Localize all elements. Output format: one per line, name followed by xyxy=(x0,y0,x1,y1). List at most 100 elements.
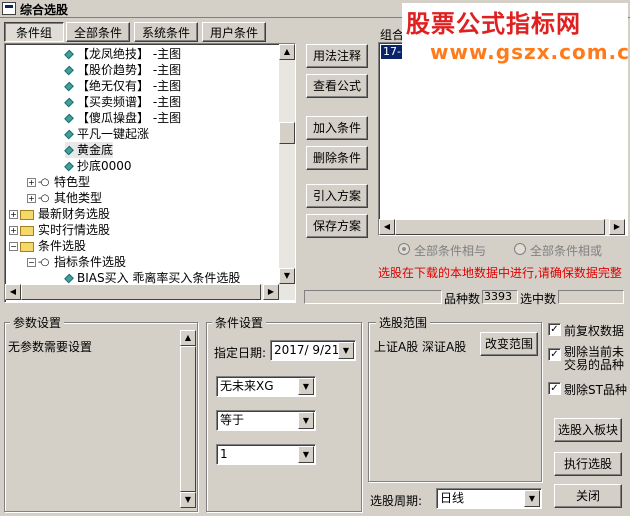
scroll-down-icon[interactable]: ▼ xyxy=(279,268,295,284)
exclude-suspended-label: 剔除当前未交易的品种 xyxy=(564,345,625,372)
tree-item[interactable]: 抄底0000 xyxy=(64,158,132,174)
close-button[interactable]: 关闭 xyxy=(554,484,622,508)
tree-item[interactable]: + -○ 其他类型 xyxy=(27,190,102,206)
scroll-thumb[interactable] xyxy=(395,219,605,235)
scroll-down-icon[interactable]: ▼ xyxy=(180,492,196,508)
expand-icon[interactable]: + xyxy=(9,210,18,219)
tab-all-conditions[interactable]: 全部条件 xyxy=(66,22,130,42)
scroll-up-icon[interactable]: ▲ xyxy=(180,330,196,346)
tree-item[interactable]: 【龙凤绝技】 -主图 xyxy=(64,46,181,62)
radio-all-and-label: 全部条件相与 xyxy=(414,244,487,258)
chevron-down-icon[interactable]: ▼ xyxy=(524,490,540,507)
params-vscrollbar[interactable]: ▲ ▼ xyxy=(180,330,196,508)
tree-item[interactable]: 平凡一键起涨 xyxy=(64,126,149,142)
usage-notes-button[interactable]: 用法注释 xyxy=(306,44,368,68)
stock-count-value: 3393 xyxy=(482,290,518,304)
window-title: 综合选股 xyxy=(20,3,69,17)
selected-count-label: 选中数 xyxy=(520,292,557,306)
formula-icon xyxy=(64,97,74,108)
exclude-suspended-checkbox[interactable]: ✓ xyxy=(548,348,561,361)
radio-all-or[interactable] xyxy=(514,243,526,255)
expand-icon[interactable]: + xyxy=(9,226,18,235)
tree-item[interactable]: − 条件选股 xyxy=(9,238,86,254)
add-to-block-button[interactable]: 选股入板块 xyxy=(554,418,622,442)
folder-icon xyxy=(20,241,34,252)
tab-user-conditions[interactable]: 用户条件 xyxy=(202,22,266,42)
tree-item[interactable]: − -○ 指标条件选股 xyxy=(27,254,126,270)
calendar-dropdown-icon[interactable]: ▼ xyxy=(338,342,354,359)
scroll-thumb[interactable] xyxy=(21,284,261,300)
import-plan-button[interactable]: 引入方案 xyxy=(306,184,368,208)
tree-item[interactable]: 【傻瓜操盘】 -主图 xyxy=(64,110,181,126)
formula-icon xyxy=(64,273,74,284)
formula-icon xyxy=(64,161,74,172)
tree-item-selected[interactable]: 黄金底 xyxy=(64,142,114,158)
pre-adjust-label: 前复权数据 xyxy=(564,324,625,338)
combo-list[interactable]: 17-( ◀ ▶ xyxy=(378,42,628,236)
scroll-thumb[interactable] xyxy=(180,346,196,492)
scroll-left-icon[interactable]: ◀ xyxy=(5,284,21,300)
stock-count-label: 品种数 xyxy=(444,292,481,306)
chevron-down-icon[interactable]: ▼ xyxy=(298,412,314,429)
change-range-button[interactable]: 改变范围 xyxy=(480,332,538,356)
range-text: 上证A股 深证A股 xyxy=(374,340,467,354)
tab-condition-group[interactable]: 条件组 xyxy=(4,22,64,42)
save-plan-button[interactable]: 保存方案 xyxy=(306,214,368,238)
delete-condition-button[interactable]: 删除条件 xyxy=(306,146,368,170)
pre-adjust-checkbox[interactable]: ✓ xyxy=(548,323,561,336)
folder-icon xyxy=(20,225,34,236)
add-condition-button[interactable]: 加入条件 xyxy=(306,116,368,140)
chevron-down-icon[interactable]: ▼ xyxy=(298,446,314,463)
watermark-title: 股票公式指标网 xyxy=(406,10,581,38)
collapse-icon[interactable]: − xyxy=(9,242,18,251)
condition-settings-title: 条件设置 xyxy=(212,314,267,331)
chevron-down-icon[interactable]: ▼ xyxy=(298,378,314,395)
scroll-up-icon[interactable]: ▲ xyxy=(279,44,295,60)
execute-button[interactable]: 执行选股 xyxy=(554,452,622,476)
period-label: 选股周期: xyxy=(370,494,423,508)
formula-icon xyxy=(64,129,74,140)
formula-icon xyxy=(64,145,74,156)
scroll-right-icon[interactable]: ▶ xyxy=(609,219,625,235)
tab-system-conditions[interactable]: 系统条件 xyxy=(134,22,198,42)
condition-tree[interactable]: 【龙凤绝技】 -主图 【股价趋势】 -主图 【绝无仅有】 -主图 【买卖频谱】 … xyxy=(4,43,296,303)
formula-icon xyxy=(64,81,74,92)
formula-icon xyxy=(64,113,74,124)
tree-hscrollbar[interactable]: ◀ ▶ xyxy=(5,284,295,300)
collapse-icon[interactable]: − xyxy=(27,258,36,267)
expand-icon[interactable]: + xyxy=(27,194,36,203)
progress-bar xyxy=(304,290,442,304)
scroll-thumb[interactable] xyxy=(279,122,295,144)
tree-item[interactable]: 【绝无仅有】 -主图 xyxy=(64,78,181,94)
key-icon: -○ xyxy=(38,192,49,204)
key-icon: -○ xyxy=(38,176,49,188)
exclude-st-checkbox[interactable]: ✓ xyxy=(548,382,561,395)
operator-select[interactable]: 等于 ▼ xyxy=(216,410,316,431)
watermark-url: www.gszx.com.cn xyxy=(430,40,630,64)
formula-icon xyxy=(64,49,74,60)
data-notice: 选股在下载的本地数据中进行,请确保数据完整 xyxy=(378,266,622,280)
date-picker[interactable]: 2017/ 9/21 ▼ xyxy=(270,340,356,361)
indicator-select[interactable]: 无未来XG ▼ xyxy=(216,376,316,397)
tree-item[interactable]: + -○ 特色型 xyxy=(27,174,90,190)
range-title: 选股范围 xyxy=(376,314,431,331)
tree-item[interactable]: 【股价趋势】 -主图 xyxy=(64,62,181,78)
tree-item[interactable]: + 最新财务选股 xyxy=(9,206,110,222)
date-label: 指定日期: xyxy=(214,346,267,360)
tree-item[interactable]: + 实时行情选股 xyxy=(9,222,110,238)
app-icon xyxy=(2,2,16,15)
radio-all-or-label: 全部条件相或 xyxy=(530,244,603,258)
view-formula-button[interactable]: 查看公式 xyxy=(306,74,368,98)
period-select[interactable]: 日线 ▼ xyxy=(436,488,542,509)
formula-icon xyxy=(64,65,74,76)
tree-item[interactable]: 【买卖频谱】 -主图 xyxy=(64,94,181,110)
tree-vscrollbar[interactable]: ▲ ▼ xyxy=(279,44,295,284)
combo-hscrollbar[interactable]: ◀ ▶ xyxy=(379,219,625,235)
expand-icon[interactable]: + xyxy=(27,178,36,187)
radio-all-and[interactable] xyxy=(398,243,410,255)
params-content: 无参数需要设置 xyxy=(8,340,93,354)
scroll-left-icon[interactable]: ◀ xyxy=(379,219,395,235)
key-icon: -○ xyxy=(38,256,49,268)
value-select[interactable]: 1 ▼ xyxy=(216,444,316,465)
scroll-right-icon[interactable]: ▶ xyxy=(263,284,279,300)
